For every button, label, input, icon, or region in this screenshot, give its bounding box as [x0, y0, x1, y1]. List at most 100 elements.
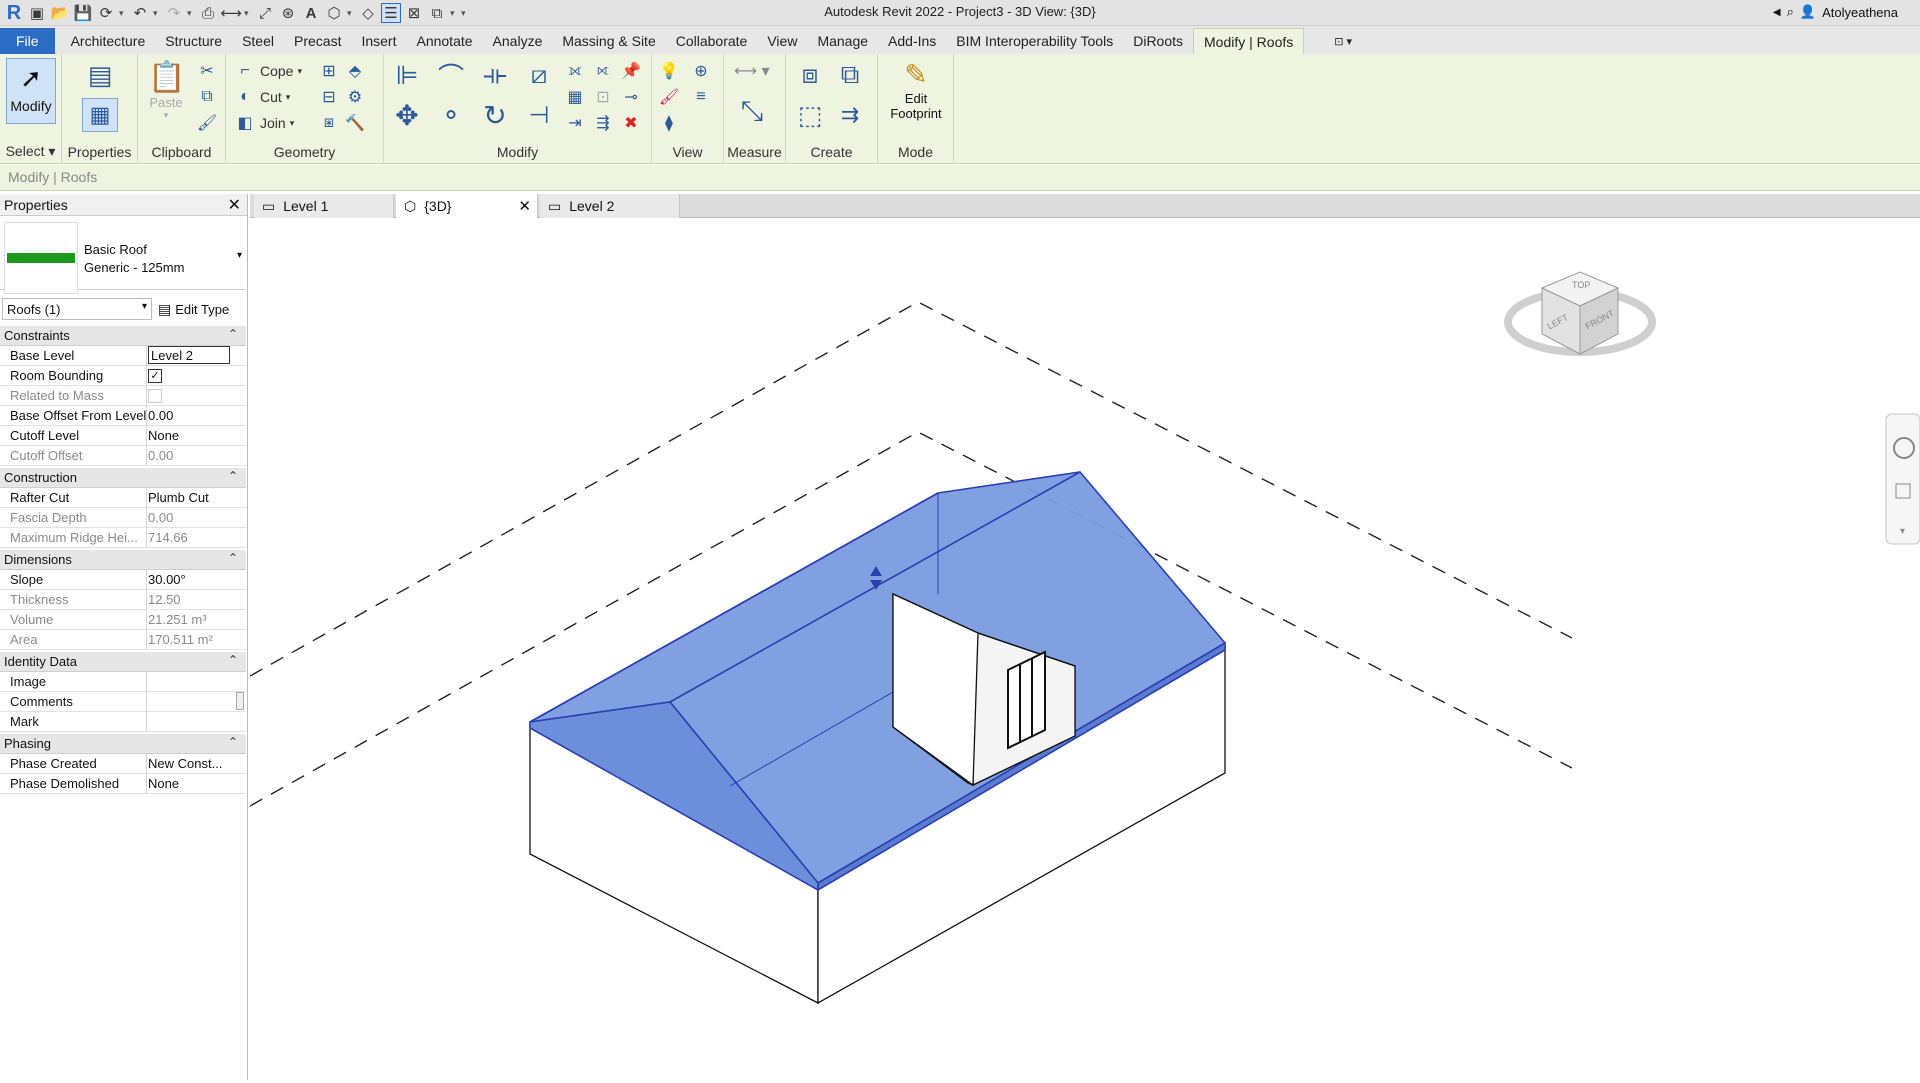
row-slope[interactable]: Slope 30.00°	[0, 570, 246, 590]
tab-level-2[interactable]: ▭ Level 2	[540, 194, 680, 218]
demolish-icon[interactable]: ⚙	[344, 86, 366, 108]
group-dimensions[interactable]: Dimensions ⌃	[0, 550, 246, 570]
viewcube[interactable]: TOP LEFT FRONT	[1504, 271, 1656, 356]
collapse-icon[interactable]: ⌃	[228, 551, 238, 565]
tab-analyze[interactable]: Analyze	[483, 28, 553, 54]
row-phase-demolished[interactable]: Phase Demolished None	[0, 774, 246, 794]
tab-annotate[interactable]: Annotate	[406, 28, 482, 54]
group-phasing[interactable]: Phasing ⌃	[0, 734, 246, 754]
user-icon[interactable]: 👤	[1800, 4, 1816, 20]
user-name[interactable]: Atolyeathena	[1822, 5, 1898, 20]
modify-button[interactable]: ➚ Modify	[6, 58, 56, 124]
row-cutoff-level[interactable]: Cutoff Level None	[0, 426, 246, 446]
trim-multiple-icon[interactable]: ⇥	[564, 112, 586, 134]
join-roof-icon[interactable]: ⬘	[344, 60, 366, 82]
navigation-bar[interactable]: ▾	[1885, 413, 1920, 545]
create-similar-icon[interactable]: ⇉	[832, 98, 868, 132]
cut-icon[interactable]: ✂	[196, 60, 218, 82]
tab-manage[interactable]: Manage	[807, 28, 878, 54]
row-comments[interactable]: Comments	[0, 692, 246, 712]
copy-element-icon[interactable]: ⚬	[432, 98, 470, 132]
tab-steel[interactable]: Steel	[232, 28, 284, 54]
3d-view-canvas[interactable]: TOP LEFT FRONT ▾	[249, 218, 1920, 1080]
tab-precast[interactable]: Precast	[284, 28, 351, 54]
join-button[interactable]: ◧ Join ▾	[234, 112, 294, 134]
tab-level-1[interactable]: ▭ Level 1	[254, 194, 394, 218]
row-rafter-cut[interactable]: Rafter Cut Plumb Cut	[0, 488, 246, 508]
group-constraints[interactable]: Constraints ⌃	[0, 326, 246, 346]
collapse-icon[interactable]: ⌃	[228, 653, 238, 667]
rotate-icon[interactable]: ↻	[476, 98, 514, 132]
line-weight-icon[interactable]: ≡	[690, 86, 712, 108]
trim-single-icon[interactable]: ⇶	[592, 112, 614, 134]
cope-button[interactable]: ⌐ Cope ▾	[234, 60, 302, 82]
scrollbar-thumb[interactable]	[236, 692, 244, 710]
model-drawing[interactable]: TOP LEFT FRONT ▾	[249, 218, 1920, 1080]
scale-icon[interactable]: ⊡	[592, 86, 614, 108]
group-construction[interactable]: Construction ⌃	[0, 468, 246, 488]
filter-view-icon[interactable]: ⧫	[658, 112, 680, 134]
row-image[interactable]: Image	[0, 672, 246, 692]
linework-icon[interactable]: 🖌	[658, 86, 680, 108]
remove-paint-icon[interactable]: 🔨	[344, 112, 366, 134]
prop-value[interactable]: None	[148, 428, 240, 443]
tab-file[interactable]: File	[0, 28, 55, 54]
prop-value[interactable]: 0.00	[148, 408, 240, 423]
tab-collaborate[interactable]: Collaborate	[666, 28, 758, 54]
type-selector[interactable]: Basic Roof Generic - 125mm ▾	[0, 218, 246, 294]
match-properties-icon[interactable]: 🖌	[196, 112, 218, 134]
tab-architecture[interactable]: Architecture	[61, 28, 156, 54]
tab-bim-interoperability[interactable]: BIM Interoperability Tools	[946, 28, 1123, 54]
copy-icon[interactable]: ⧉	[196, 86, 218, 108]
edit-footprint-button[interactable]: ✎ Edit Footprint	[884, 58, 948, 121]
hide-element-icon[interactable]: ⊕	[690, 60, 712, 82]
paste-button[interactable]: 📋 Paste ▾	[148, 60, 185, 121]
collapse-icon[interactable]: ⌃	[228, 735, 238, 749]
tab-structure[interactable]: Structure	[155, 28, 232, 54]
prop-value[interactable]: None	[148, 776, 240, 791]
select-dropdown[interactable]: Select ▾	[0, 143, 61, 160]
wall-joins-icon[interactable]: ⊟	[318, 86, 340, 108]
pin-icon[interactable]: 📌	[620, 60, 642, 82]
create-assembly-icon[interactable]: ⧈	[792, 58, 828, 92]
chevron-down-icon[interactable]: ▾	[237, 250, 242, 261]
offset-icon[interactable]: ⌒	[432, 58, 470, 92]
collapse-icon[interactable]: ⌃	[228, 327, 238, 341]
tab-view[interactable]: View	[757, 28, 807, 54]
prop-value[interactable]: 30.00°	[148, 572, 240, 587]
row-mark[interactable]: Mark	[0, 712, 246, 732]
tab-3d-view[interactable]: ⬡ {3D} ✕	[396, 194, 538, 218]
tab-massing-site[interactable]: Massing & Site	[552, 28, 665, 54]
tab-insert[interactable]: Insert	[351, 28, 406, 54]
ribbon-options-icon[interactable]: ⊡ ▾	[1324, 28, 1362, 54]
prop-value[interactable]: Plumb Cut	[148, 490, 240, 505]
instance-filter[interactable]: Roofs (1) ▾	[2, 298, 152, 320]
aligned-dimension-tool-icon[interactable]: ⤡	[732, 94, 772, 128]
trim-extend-icon[interactable]: ⊣	[520, 98, 558, 132]
override-graphics-icon[interactable]: 💡	[658, 60, 680, 82]
prop-value[interactable]: New Const...	[148, 756, 240, 771]
paint-icon[interactable]: ⧆	[318, 112, 340, 134]
split-element-icon[interactable]: ⟗	[564, 60, 586, 82]
row-phase-created[interactable]: Phase Created New Const...	[0, 754, 246, 774]
close-icon[interactable]: ✕	[228, 195, 241, 215]
base-level-field[interactable]: Level 2	[148, 346, 230, 364]
tab-modify-roofs[interactable]: Modify | Roofs	[1193, 28, 1305, 54]
align-icon[interactable]: ⊫	[388, 58, 426, 92]
chevron-left-icon[interactable]: ◀	[1773, 7, 1781, 18]
properties-icon[interactable]: ▦	[82, 98, 118, 132]
split-gap-icon[interactable]: ⟖	[592, 60, 614, 82]
binoculars-icon[interactable]: ⌕	[1787, 4, 1794, 20]
collapse-icon[interactable]: ⌃	[228, 469, 238, 483]
create-group-icon[interactable]: ⬚	[792, 98, 828, 132]
unpin-icon[interactable]: ⊸	[620, 86, 642, 108]
row-base-offset[interactable]: Base Offset From Level 0.00	[0, 406, 246, 426]
split-face-icon[interactable]: ⊞	[318, 60, 340, 82]
edit-type-button[interactable]: ▤ Edit Type	[158, 298, 229, 320]
room-bounding-checkbox[interactable]: ✓	[148, 369, 162, 383]
create-parts-icon[interactable]: ⧉	[832, 58, 868, 92]
measure-between-icon[interactable]: ⟷ ▾	[732, 60, 772, 82]
array-icon[interactable]: ▦	[564, 86, 586, 108]
delete-icon[interactable]: ✖	[620, 112, 642, 134]
cut-geometry-button[interactable]: ◐ Cut ▾	[234, 86, 290, 108]
